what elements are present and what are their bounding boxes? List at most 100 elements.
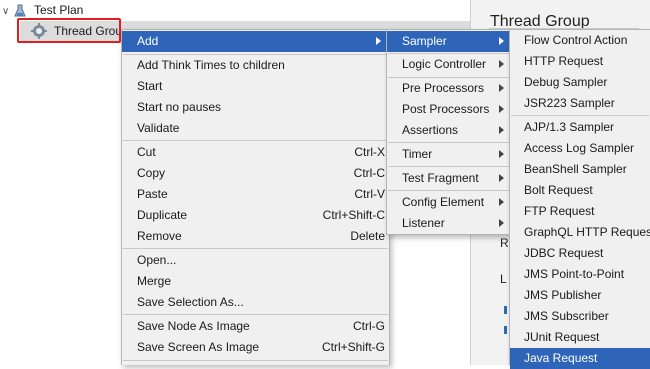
sampler-item-junit-request[interactable]: JUnit Request	[510, 327, 650, 348]
menu-item-copy[interactable]: Copy Ctrl-C	[122, 163, 389, 184]
sampler-item-jdbc-request[interactable]: JDBC Request	[510, 243, 650, 264]
submenu-arrow-icon	[499, 105, 504, 113]
menu-item-label: Save Screen As Image	[137, 340, 260, 354]
menu-item-start-no-pauses[interactable]: Start no pauses	[122, 97, 389, 118]
menu-item-shortcut: Ctrl-C	[353, 166, 385, 180]
menu-item-label: GraphQL HTTP Request	[524, 225, 650, 239]
menu-item-label: JMS Publisher	[524, 288, 602, 302]
menu-item-label: JMS Point-to-Point	[524, 267, 625, 281]
sampler-item-access-log-sampler[interactable]: Access Log Sampler	[510, 138, 650, 159]
menu-item-save-node-as-image[interactable]: Save Node As Image Ctrl-G	[122, 316, 389, 337]
tree-collapse-icon[interactable]: ∨	[2, 2, 9, 22]
submenu-item-logic-controller[interactable]: Logic Controller	[387, 54, 512, 75]
submenu-item-assertions[interactable]: Assertions	[387, 120, 512, 141]
tree-row-test-plan[interactable]: ∨ Test Plan	[0, 0, 470, 20]
menu-item-label: JSR223 Sampler	[524, 96, 615, 110]
menu-item-add[interactable]: Add	[122, 31, 389, 52]
menu-item-label: BeanShell Sampler	[524, 162, 627, 176]
menu-item-label: Test Fragment	[402, 171, 479, 185]
menu-item-shortcut: Ctrl+Shift-G	[321, 340, 385, 354]
menu-item-label: Java Request	[524, 351, 598, 365]
menu-item-label: Post Processors	[402, 102, 490, 116]
sampler-item-jsr223-sampler[interactable]: JSR223 Sampler	[510, 93, 650, 114]
menu-separator	[123, 314, 388, 315]
submenu-arrow-icon	[499, 150, 504, 158]
menu-item-paste[interactable]: Paste Ctrl-V	[122, 184, 389, 205]
menu-item-save-selection-as[interactable]: Save Selection As...	[122, 292, 389, 313]
submenu-arrow-icon	[376, 37, 381, 45]
sampler-item-graphql-http-request[interactable]: GraphQL HTTP Request	[510, 222, 650, 243]
menu-item-label: Add Think Times to children	[137, 58, 285, 72]
menu-item-label: Paste	[137, 187, 168, 201]
thread-group-highlight-box	[17, 18, 121, 43]
menu-separator	[388, 142, 511, 143]
sampler-item-jms-publisher[interactable]: JMS Publisher	[510, 285, 650, 306]
menu-item-cut[interactable]: Cut Ctrl-X	[122, 142, 389, 163]
context-menu: Add Add Think Times to children Start St…	[121, 29, 390, 365]
panel-label-fragment-l: L	[500, 272, 507, 286]
submenu-item-sampler[interactable]: Sampler	[387, 31, 512, 52]
submenu-item-listener[interactable]: Listener	[387, 213, 512, 234]
menu-item-label: Debug Sampler	[524, 75, 608, 89]
menu-item-validate[interactable]: Validate	[122, 118, 389, 139]
submenu-item-post-processors[interactable]: Post Processors	[387, 99, 512, 120]
sampler-item-java-request[interactable]: Java Request	[510, 348, 650, 369]
sampler-item-ajp-sampler[interactable]: AJP/1.3 Sampler	[510, 117, 650, 138]
panel-field-mark	[504, 306, 507, 314]
submenu-arrow-icon	[499, 60, 504, 68]
panel-label-fragment-r: R	[500, 236, 509, 250]
menu-item-shortcut: Ctrl-X	[354, 145, 385, 159]
menu-item-label: JUnit Request	[524, 330, 600, 344]
menu-item-add-think-times[interactable]: Add Think Times to children	[122, 55, 389, 76]
menu-item-start[interactable]: Start	[122, 76, 389, 97]
sampler-item-jms-subscriber[interactable]: JMS Subscriber	[510, 306, 650, 327]
submenu-item-timer[interactable]: Timer	[387, 144, 512, 165]
menu-item-label: Start no pauses	[137, 100, 222, 114]
menu-item-label: Copy	[137, 166, 166, 180]
menu-item-label: Save Selection As...	[137, 295, 244, 309]
sampler-item-debug-sampler[interactable]: Debug Sampler	[510, 72, 650, 93]
add-submenu: Sampler Logic Controller Pre Processors …	[386, 29, 513, 235]
submenu-arrow-icon	[499, 174, 504, 182]
menu-item-label: Start	[137, 79, 163, 93]
menu-item-duplicate[interactable]: Duplicate Ctrl+Shift-C	[122, 205, 389, 226]
panel-field-mark	[504, 326, 507, 334]
sampler-item-beanshell-sampler[interactable]: BeanShell Sampler	[510, 159, 650, 180]
menu-item-open[interactable]: Open...	[122, 250, 389, 271]
sampler-item-http-request[interactable]: HTTP Request	[510, 51, 650, 72]
menu-item-save-screen-as-image[interactable]: Save Screen As Image Ctrl+Shift-G	[122, 337, 389, 358]
menu-item-shortcut: Delete	[350, 229, 385, 243]
submenu-arrow-icon	[499, 37, 504, 45]
submenu-item-pre-processors[interactable]: Pre Processors	[387, 78, 512, 99]
test-plan-icon	[14, 4, 26, 17]
menu-item-label: HTTP Request	[524, 54, 604, 68]
menu-separator	[511, 115, 649, 116]
menu-item-label: Merge	[137, 274, 172, 288]
menu-item-shortcut: Ctrl+Shift-C	[322, 208, 385, 222]
sampler-item-ftp-request[interactable]: FTP Request	[510, 201, 650, 222]
menu-separator	[123, 248, 388, 249]
menu-item-label: FTP Request	[524, 204, 595, 218]
menu-item-label: Open...	[137, 253, 177, 267]
sampler-item-jms-point-to-point[interactable]: JMS Point-to-Point	[510, 264, 650, 285]
menu-item-label: Listener	[402, 216, 445, 230]
menu-item-merge[interactable]: Merge	[122, 271, 389, 292]
menu-item-label: Logic Controller	[402, 57, 487, 71]
sampler-item-flow-control-action[interactable]: Flow Control Action	[510, 30, 650, 51]
menu-item-label: JMS Subscriber	[524, 309, 609, 323]
menu-item-label: Access Log Sampler	[524, 141, 635, 155]
sampler-item-bolt-request[interactable]: Bolt Request	[510, 180, 650, 201]
menu-item-label: Config Element	[402, 195, 485, 209]
menu-item-remove[interactable]: Remove Delete	[122, 226, 389, 247]
menu-separator	[123, 140, 388, 141]
menu-item-label: Timer	[402, 147, 433, 161]
sampler-submenu: Flow Control Action HTTP Request Debug S…	[509, 29, 650, 369]
menu-item-label: Save Node As Image	[137, 319, 250, 333]
tree-label-test-plan: Test Plan	[34, 3, 84, 17]
submenu-arrow-icon	[499, 198, 504, 206]
menu-separator	[123, 360, 388, 361]
submenu-item-config-element[interactable]: Config Element	[387, 192, 512, 213]
menu-item-label: Pre Processors	[402, 81, 485, 95]
submenu-item-test-fragment[interactable]: Test Fragment	[387, 168, 512, 189]
menu-item-label: Sampler	[402, 34, 447, 48]
